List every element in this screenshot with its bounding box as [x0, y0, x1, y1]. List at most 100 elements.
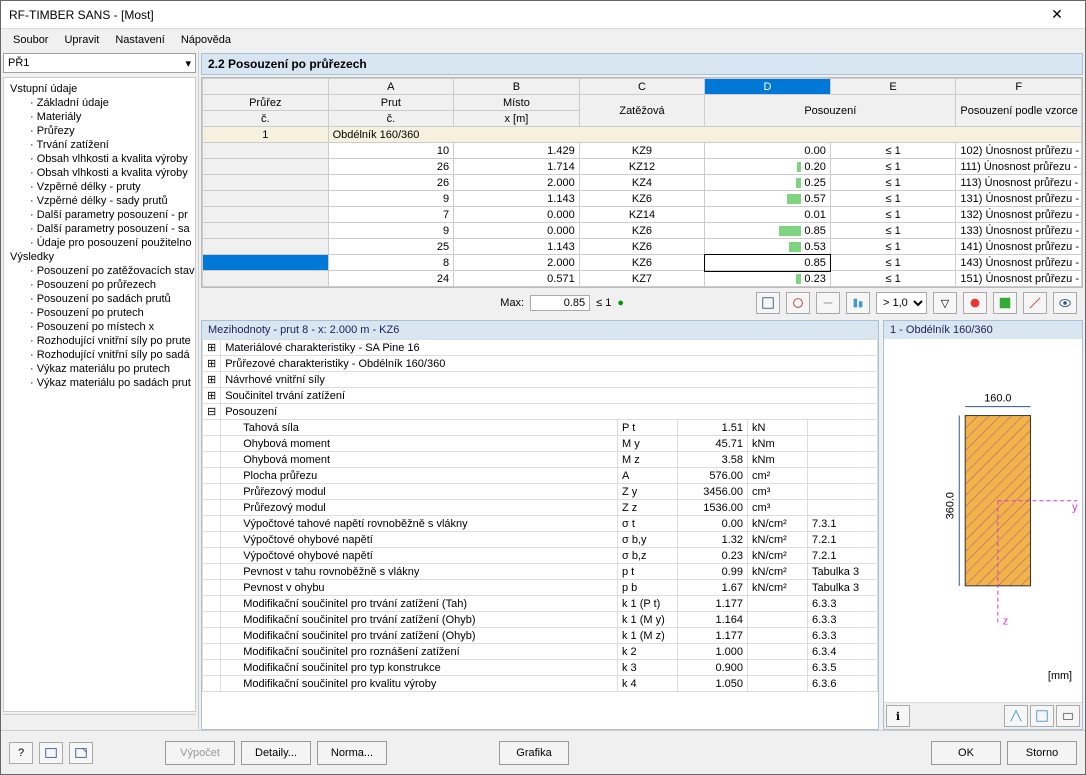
detail-tree-row[interactable]: ⊞Návrhové vnitřní síly	[203, 372, 878, 388]
ratio-filter[interactable]: > 1,0	[876, 292, 927, 314]
preview-canvas[interactable]: 160.0 360.0 y z [mm]	[884, 339, 1082, 702]
detail-row[interactable]: Pevnost v ohybup b1.67kN/cm²Tabulka 3	[203, 580, 878, 596]
tree-item[interactable]: · Posouzení po místech x	[6, 320, 193, 334]
tree-group[interactable]: Vstupní údaje	[6, 82, 193, 96]
table-row[interactable]: 101.429KZ9 0.00≤ 1102) Únosnost průřezu …	[203, 143, 1082, 159]
details-button[interactable]: Detaily...	[241, 741, 311, 765]
titlebar: RF-TIMBER SANS - [Most] ✕	[1, 1, 1085, 29]
menu-help[interactable]: Nápověda	[175, 32, 237, 48]
table-row[interactable]: 240.571KZ7 0.23≤ 1151) Únosnost průřezu …	[203, 271, 1082, 287]
case-selector[interactable]: PŘ1 ▾	[3, 53, 196, 73]
detail-row[interactable]: Výpočtové ohybové napětíσ b,y1.32kN/cm²7…	[203, 532, 878, 548]
tree-item[interactable]: · Rozhodující vnitřní síly po prute	[6, 334, 193, 348]
tree-item[interactable]: · Posouzení po prutech	[6, 306, 193, 320]
detail-tree-row[interactable]: ⊞Materiálové charakteristiky - SA Pine 1…	[203, 340, 878, 356]
tree-item[interactable]: · Vzpěrné délky - pruty	[6, 180, 193, 194]
table-row[interactable]: 90.000KZ6 0.85≤ 1133) Únosnost průřezu -…	[203, 223, 1082, 239]
toolbar-btn-7[interactable]	[993, 292, 1017, 314]
max-value: 0.85	[530, 295, 590, 311]
view-btn-1[interactable]	[1004, 705, 1028, 727]
dim-height: 360.0	[944, 492, 956, 519]
detail-row[interactable]: Pevnost v tahu rovnoběžně s vláknyp t0.9…	[203, 564, 878, 580]
view-btn-2[interactable]	[1030, 705, 1054, 727]
tree-group[interactable]: Výsledky	[6, 250, 193, 264]
preview-unit: [mm]	[1048, 670, 1072, 682]
tree-item[interactable]: · Posouzení po sadách prutů	[6, 292, 193, 306]
detail-row[interactable]: Tahová sílaP t1.51kN	[203, 420, 878, 436]
detail-row[interactable]: Modifikační součinitel pro typ konstrukc…	[203, 660, 878, 676]
calc-button[interactable]: Výpočet	[165, 741, 235, 765]
detail-tree-row[interactable]: ⊟Posouzení	[203, 404, 878, 420]
detail-row[interactable]: Modifikační součinitel pro trvání zatíže…	[203, 628, 878, 644]
detail-row[interactable]: Modifikační součinitel pro trvání zatíže…	[203, 596, 878, 612]
detail-row[interactable]: Ohybová momentM y45.71kNm	[203, 436, 878, 452]
svg-text:z: z	[1003, 615, 1008, 627]
tree-item[interactable]: · Materiály	[6, 110, 193, 124]
detail-tree-row[interactable]: ⊞Součinitel trvání zatížení	[203, 388, 878, 404]
toolbar-btn-6[interactable]	[963, 292, 987, 314]
detail-row[interactable]: Modifikační součinitel pro trvání zatíže…	[203, 612, 878, 628]
detail-row[interactable]: Průřezový modulZ y3456.00cm³	[203, 484, 878, 500]
details-panel: Mezihodnoty - prut 8 - x: 2.000 m - KZ6 …	[201, 320, 879, 730]
tree-item[interactable]: · Rozhodující vnitřní síly po sadá	[6, 348, 193, 362]
detail-row[interactable]: Výpočtové ohybové napětíσ b,z0.23kN/cm²7…	[203, 548, 878, 564]
close-icon[interactable]: ✕	[1037, 6, 1077, 23]
tree-item[interactable]: · Další parametry posouzení - sa	[6, 222, 193, 236]
tree-item[interactable]: · Posouzení po průřezech	[6, 278, 193, 292]
footer: ? Výpočet Detaily... Norma... Grafika OK…	[1, 730, 1085, 774]
footer-icon-3[interactable]	[69, 742, 93, 764]
tree-item[interactable]: · Výkaz materiálu po sadách prut	[6, 376, 193, 390]
window-title: RF-TIMBER SANS - [Most]	[9, 8, 1037, 22]
preview-panel: 1 - Obdélník 160/360 160.0	[883, 320, 1083, 730]
detail-row[interactable]: Modifikační součinitel pro roznášení zat…	[203, 644, 878, 660]
table-row[interactable]: 70.000KZ14 0.01≤ 1132) Únosnost průřezu …	[203, 207, 1082, 223]
detail-row[interactable]: Modifikační součinitel pro kvalitu výrob…	[203, 676, 878, 692]
tree-item[interactable]: · Údaje pro posouzení použitelno	[6, 236, 193, 250]
table-row[interactable]: 82.000KZ6 0.85≤ 1143) Únosnost průřezu -…	[203, 255, 1082, 271]
results-grid[interactable]: ABCDEFPrůřezPrutMístoZatěžováPosouzeníPo…	[201, 77, 1083, 288]
ok-button[interactable]: OK	[931, 741, 1001, 765]
info-icon[interactable]: ℹ	[886, 705, 910, 727]
nav-hscroll[interactable]	[3, 714, 196, 730]
cancel-button[interactable]: Storno	[1007, 741, 1077, 765]
footer-icon-2[interactable]	[39, 742, 63, 764]
svg-text:y: y	[1072, 502, 1078, 514]
graph-button[interactable]: Grafika	[499, 741, 569, 765]
detail-tree-row[interactable]: ⊞Průřezové charakteristiky - Obdélník 16…	[203, 356, 878, 372]
table-row[interactable]: 251.143KZ6 0.53≤ 1141) Únosnost průřezu …	[203, 239, 1082, 255]
toolbar-btn-8[interactable]	[1023, 292, 1047, 314]
tree-item[interactable]: · Základní údaje	[6, 96, 193, 110]
menu-file[interactable]: Soubor	[7, 32, 54, 48]
menu-settings[interactable]: Nastavení	[109, 32, 171, 48]
detail-row[interactable]: Výpočtové tahové napětí rovnoběžně s vlá…	[203, 516, 878, 532]
table-row[interactable]: 261.714KZ12 0.20≤ 1111) Únosnost průřezu…	[203, 159, 1082, 175]
preview-title: 1 - Obdélník 160/360	[884, 321, 1082, 339]
tree-item[interactable]: · Obsah vlhkosti a kvalita výroby	[6, 166, 193, 180]
table-row[interactable]: 91.143KZ6 0.57≤ 1131) Únosnost průřezu -…	[203, 191, 1082, 207]
tree-item[interactable]: · Výkaz materiálu po prutech	[6, 362, 193, 376]
detail-row[interactable]: Průřezový modulZ z1536.00cm³	[203, 500, 878, 516]
tree-item[interactable]: · Další parametry posouzení - pr	[6, 208, 193, 222]
filter-icon[interactable]: ▽	[933, 292, 957, 314]
menu-edit[interactable]: Upravit	[58, 32, 105, 48]
tree-item[interactable]: · Posouzení po zatěžovacích stav	[6, 264, 193, 278]
tree-item[interactable]: · Obsah vlhkosti a kvalita výroby	[6, 152, 193, 166]
eye-icon[interactable]	[1053, 292, 1077, 314]
toolbar-btn-4[interactable]	[846, 292, 870, 314]
detail-row[interactable]: Ohybová momentM z3.58kNm	[203, 452, 878, 468]
detail-row[interactable]: Plocha průřezuA576.00cm²	[203, 468, 878, 484]
tree-item[interactable]: · Trvání zatížení	[6, 138, 193, 152]
print-icon[interactable]	[1056, 705, 1080, 727]
tree-item[interactable]: · Vzpěrné délky - sady prutů	[6, 194, 193, 208]
toolbar-btn-3[interactable]	[816, 292, 840, 314]
toolbar-btn-1[interactable]	[756, 292, 780, 314]
nav-tree[interactable]: Vstupní údaje· Základní údaje· Materiály…	[3, 77, 196, 712]
nav-panel: PŘ1 ▾ Vstupní údaje· Základní údaje· Mat…	[1, 51, 199, 730]
table-row[interactable]: 262.000KZ4 0.25≤ 1113) Únosnost průřezu …	[203, 175, 1082, 191]
tree-item[interactable]: · Průřezy	[6, 124, 193, 138]
app-window: RF-TIMBER SANS - [Most] ✕ Soubor Upravit…	[0, 0, 1086, 775]
norm-button[interactable]: Norma...	[317, 741, 387, 765]
help-icon[interactable]: ?	[9, 742, 33, 764]
toolbar-btn-2[interactable]	[786, 292, 810, 314]
case-selector-value: PŘ1	[8, 57, 29, 69]
